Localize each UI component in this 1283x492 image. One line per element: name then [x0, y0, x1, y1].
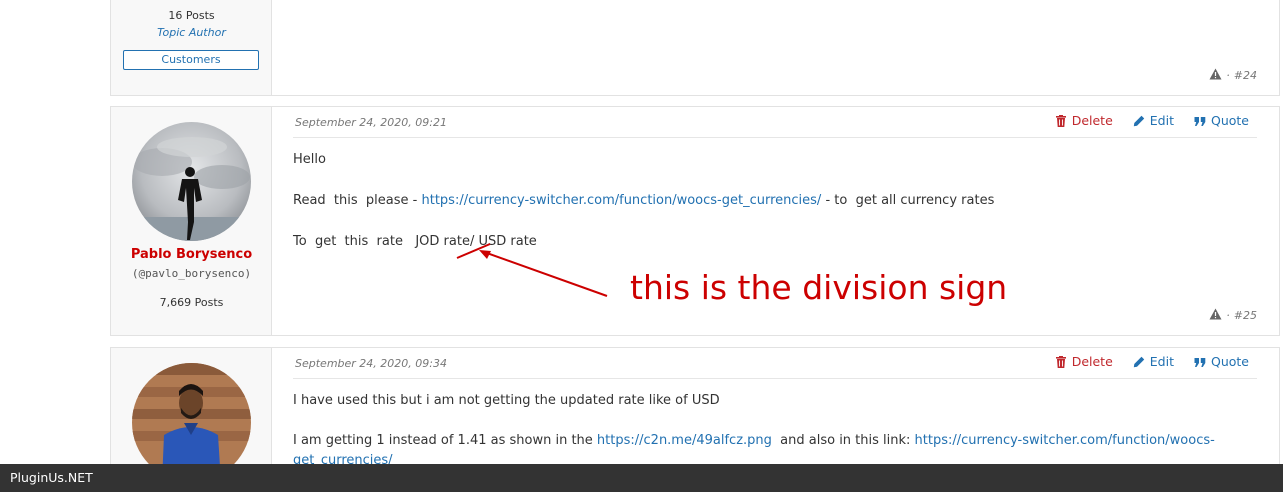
post-body: Hello Read this please - https://currenc… — [293, 149, 1249, 272]
author-handle: (@pavlo_borysenco) — [131, 267, 252, 280]
text-segment: and also in this link: — [771, 433, 915, 448]
post-content: · #24 — [273, 0, 1279, 95]
delete-label: Delete — [1071, 354, 1113, 369]
edit-label: Edit — [1149, 113, 1174, 128]
currency-function-link[interactable]: https://currency-switcher.com/function/w… — [421, 193, 821, 208]
header-divider — [293, 378, 1257, 379]
avatar[interactable] — [132, 122, 251, 241]
topic-author-label: Topic Author — [157, 26, 226, 39]
post-actions: Delete Edit Quote — [1055, 113, 1249, 128]
pencil-icon — [1133, 115, 1144, 126]
delete-button[interactable]: Delete — [1055, 354, 1113, 369]
post-date: September 24, 2020, 09:21 — [295, 116, 447, 129]
role-badge: Customers — [123, 50, 259, 70]
edit-button[interactable]: Edit — [1133, 113, 1174, 128]
post-24: 16 Posts Topic Author Customers · #24 — [110, 0, 1280, 96]
post-text-line: Hello — [293, 152, 326, 167]
annotation-text: this is the division sign — [630, 268, 1008, 307]
report-icon[interactable] — [1209, 68, 1222, 83]
post-actions: Delete Edit Quote — [1055, 354, 1249, 369]
author-name[interactable]: Pablo Borysenco — [111, 247, 272, 262]
quote-button[interactable]: Quote — [1194, 354, 1249, 369]
text-segment: - to get all currency rates — [821, 193, 995, 208]
text-segment: I am getting 1 instead of 1.41 as shown … — [293, 433, 597, 448]
author-panel: 16 Posts Topic Author Customers — [111, 0, 272, 95]
text-segment: Read this please - — [293, 193, 422, 208]
delete-button[interactable]: Delete — [1055, 113, 1113, 128]
screenshot-link[interactable]: https://c2n.me/49alfcz.png — [597, 433, 772, 448]
post-number-separator: · — [1226, 69, 1230, 82]
author-posts-count: 7,669 Posts — [159, 296, 224, 309]
pencil-icon — [1133, 356, 1144, 367]
site-label[interactable]: PluginUs.NET — [10, 470, 93, 485]
quote-icon — [1194, 357, 1206, 367]
post-text-line: Read this please - https://currency-swit… — [293, 190, 1249, 211]
author-posts-count: 16 Posts — [168, 9, 215, 22]
post-number[interactable]: #24 — [1234, 69, 1257, 82]
quote-label: Quote — [1210, 354, 1249, 369]
quote-icon — [1194, 116, 1206, 126]
edit-label: Edit — [1149, 354, 1174, 369]
post-footer: · #24 — [1209, 68, 1257, 83]
quote-label: Quote — [1210, 113, 1249, 128]
post-text-line: To get this rate JOD rate/ USD rate — [293, 234, 537, 249]
post-number[interactable]: #25 — [1234, 309, 1257, 322]
bottom-bar: PluginUs.NET — [0, 464, 1283, 492]
author-panel: Pablo Borysenco (@pavlo_borysenco) 7,669… — [111, 107, 272, 335]
edit-button[interactable]: Edit — [1133, 354, 1174, 369]
post-date: September 24, 2020, 09:34 — [295, 357, 447, 370]
quote-button[interactable]: Quote — [1194, 113, 1249, 128]
trash-icon — [1055, 355, 1066, 368]
report-icon[interactable] — [1209, 308, 1222, 323]
post-number-separator: · — [1226, 309, 1230, 322]
header-divider — [293, 137, 1257, 138]
delete-label: Delete — [1071, 113, 1113, 128]
post-footer: · #25 — [1209, 308, 1257, 323]
trash-icon — [1055, 114, 1066, 127]
post-text-line: I have used this but i am not getting th… — [293, 393, 720, 408]
